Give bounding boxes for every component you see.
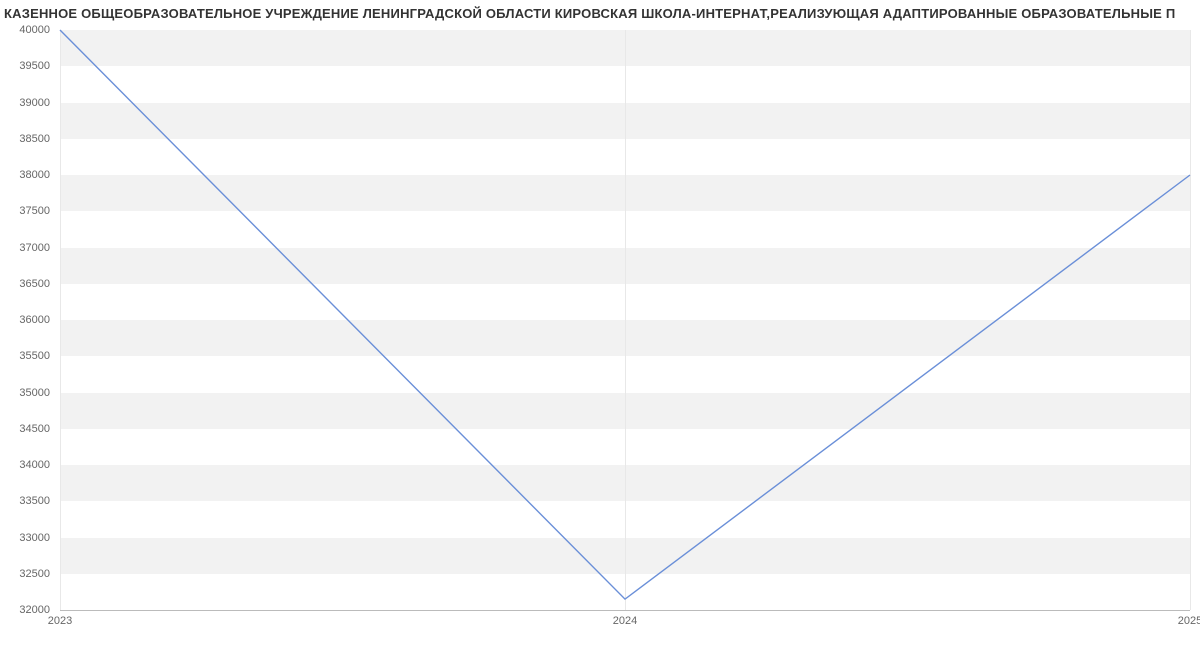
- y-tick-label: 39500: [0, 60, 50, 72]
- grid-vline: [1190, 30, 1191, 610]
- y-tick-label: 36000: [0, 314, 50, 326]
- y-tick-label: 36500: [0, 278, 50, 290]
- y-tick-label: 34500: [0, 423, 50, 435]
- y-tick-label: 33000: [0, 532, 50, 544]
- y-tick-label: 35000: [0, 387, 50, 399]
- y-tick-label: 37500: [0, 205, 50, 217]
- y-tick-label: 38000: [0, 169, 50, 181]
- x-tick-label: 2025: [1178, 615, 1200, 627]
- chart-plot-area: 3200032500330003350034000345003500035500…: [60, 30, 1190, 610]
- y-tick-label: 40000: [0, 24, 50, 36]
- chart-line-svg: [60, 30, 1190, 610]
- y-tick-label: 33500: [0, 495, 50, 507]
- y-tick-label: 34000: [0, 459, 50, 471]
- y-tick-label: 32000: [0, 604, 50, 616]
- x-axis-line: [60, 610, 1190, 611]
- y-tick-label: 38500: [0, 133, 50, 145]
- y-tick-label: 32500: [0, 568, 50, 580]
- y-tick-label: 37000: [0, 242, 50, 254]
- y-tick-label: 35500: [0, 350, 50, 362]
- chart-title: КАЗЕННОЕ ОБЩЕОБРАЗОВАТЕЛЬНОЕ УЧРЕЖДЕНИЕ …: [0, 6, 1200, 21]
- y-tick-label: 39000: [0, 97, 50, 109]
- x-tick-label: 2023: [48, 615, 72, 627]
- chart-line-series: [60, 30, 1190, 599]
- x-tick-label: 2024: [613, 615, 637, 627]
